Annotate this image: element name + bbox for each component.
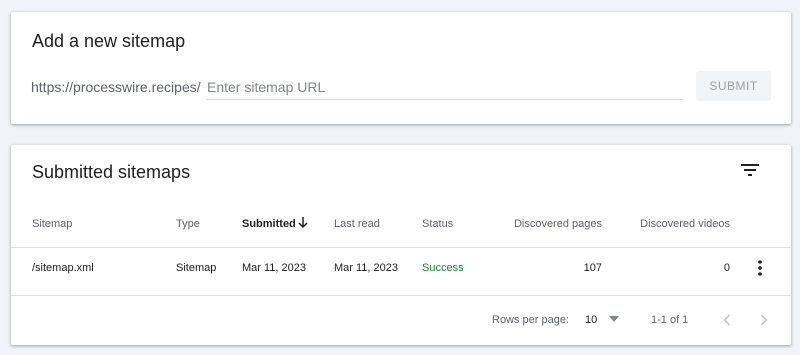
column-header-discovered-pages[interactable]: Discovered pages: [501, 218, 602, 230]
submit-button[interactable]: SUBMIT: [696, 71, 771, 101]
cell-last-read: Mar 11, 2023: [334, 262, 399, 274]
add-sitemap-title: Add a new sitemap: [32, 31, 186, 51]
chevron-left-icon[interactable]: [716, 309, 738, 331]
cell-submitted: Mar 11, 2023: [242, 262, 307, 274]
column-header-status[interactable]: Status: [422, 218, 453, 230]
cell-type: Sitemap: [176, 262, 217, 274]
cell-discovered-videos: 0: [723, 262, 730, 274]
column-header-last-read[interactable]: Last read: [334, 218, 380, 230]
filter-list-icon[interactable]: [738, 158, 762, 182]
add-sitemap-card: Add a new sitemap https://processwire.re…: [11, 12, 791, 124]
sitemap-url-prefix: https://processwire.recipes/: [31, 79, 201, 95]
column-header-type[interactable]: Type: [176, 218, 200, 230]
column-header-discovered-videos[interactable]: Discovered videos: [631, 218, 730, 230]
row-divider: [11, 295, 791, 296]
cell-discovered-pages: 107: [583, 262, 602, 274]
cell-sitemap: /sitemap.xml: [32, 262, 94, 274]
pagination-range: 1-1 of 1: [651, 314, 689, 326]
status-badge: Success: [422, 262, 464, 274]
submitted-sitemaps-title: Submitted sitemaps: [32, 162, 191, 182]
chevron-right-icon[interactable]: [753, 309, 775, 331]
more-vert-icon[interactable]: [754, 259, 766, 277]
rows-per-page-value: 10: [585, 314, 598, 326]
rows-per-page-label: Rows per page:: [492, 314, 570, 326]
arrow-down-icon[interactable]: [297, 216, 309, 230]
column-header-submitted[interactable]: Submitted: [242, 218, 296, 230]
caret-down-icon: [609, 316, 619, 322]
column-header-sitemap[interactable]: Sitemap: [32, 218, 72, 230]
sitemap-url-input[interactable]: [206, 75, 683, 100]
header-divider: [11, 247, 791, 248]
rows-per-page-select[interactable]: 10: [583, 310, 623, 330]
submitted-sitemaps-card: Submitted sitemaps Sitemap Type Submitte…: [11, 145, 791, 345]
